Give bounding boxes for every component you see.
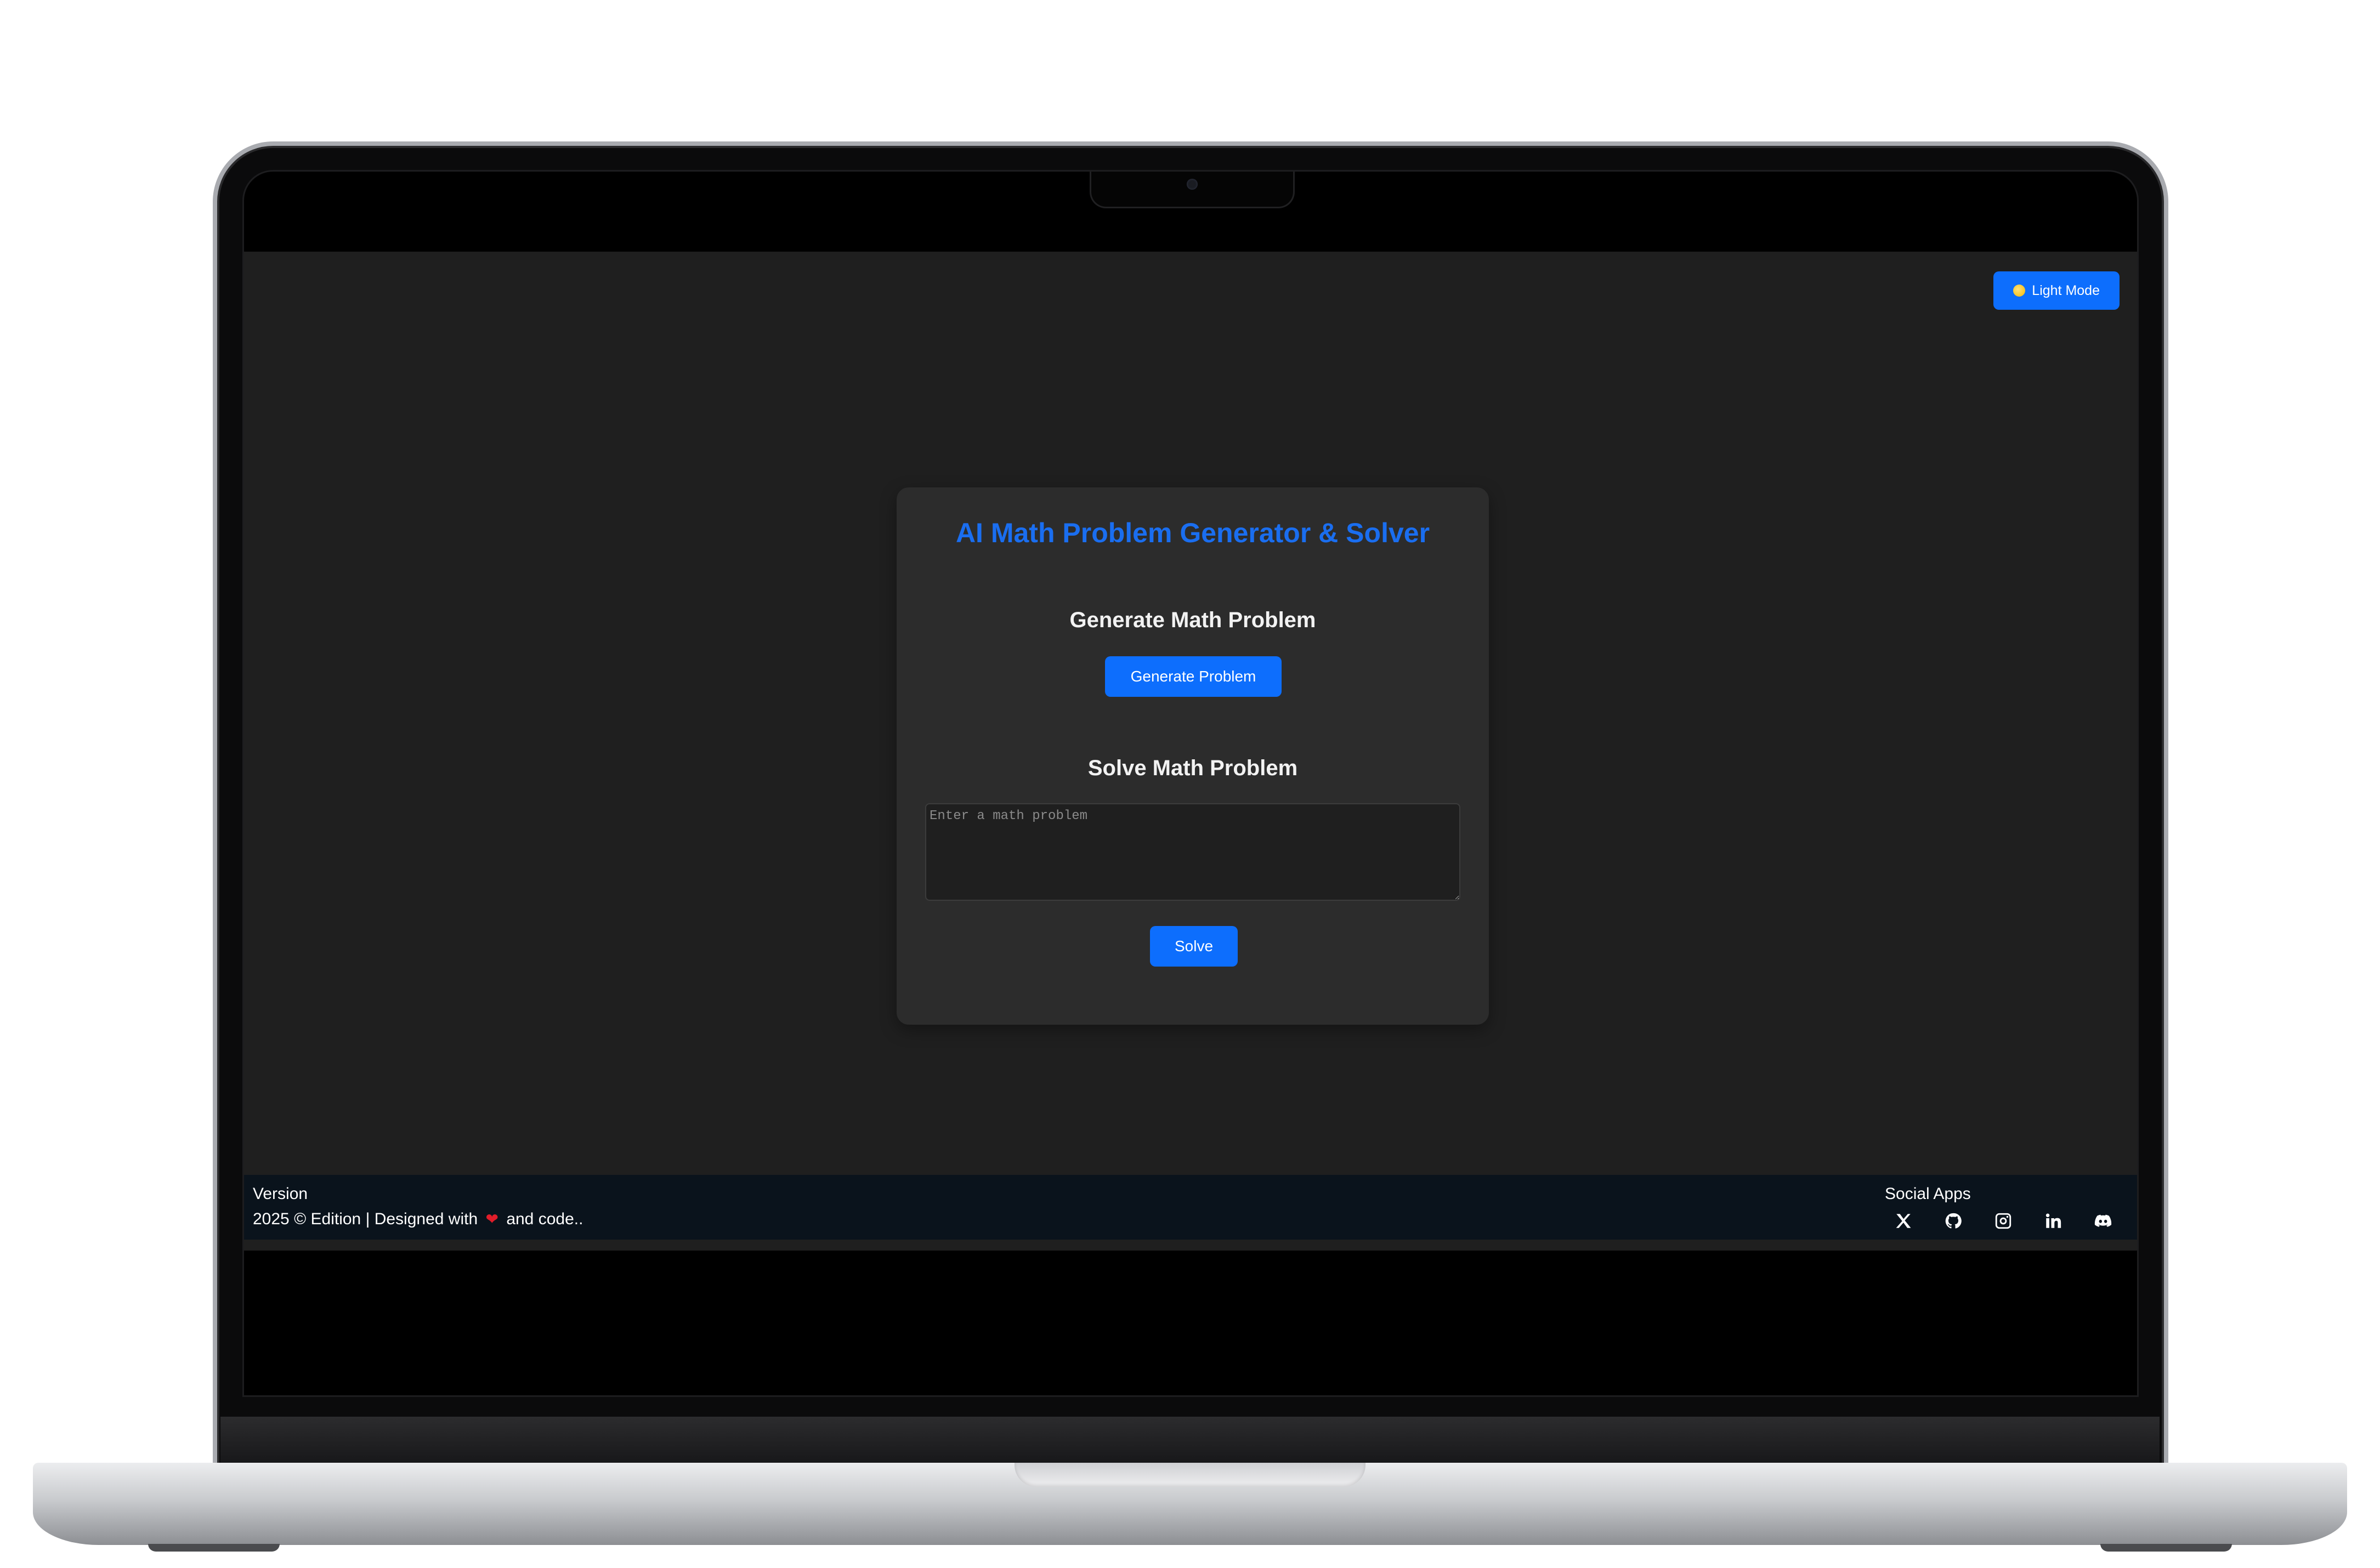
- edition-suffix: and code..: [506, 1210, 583, 1228]
- sun-icon: [2013, 285, 2026, 297]
- github-icon[interactable]: [1942, 1210, 1964, 1232]
- solve-button[interactable]: Solve: [1150, 926, 1238, 967]
- edition-prefix: 2025 © Edition | Designed with: [253, 1210, 478, 1228]
- laptop-foot-left: [148, 1544, 280, 1552]
- theme-toggle-label: Light Mode: [2032, 282, 2100, 298]
- social-title: Social Apps: [1885, 1185, 1971, 1203]
- laptop-mockup: Light Mode AI Math Problem Generator & S…: [0, 0, 2380, 1568]
- page-title: AI Math Problem Generator & Solver: [955, 518, 1430, 548]
- discord-icon[interactable]: [2092, 1210, 2114, 1232]
- instagram-icon[interactable]: [1992, 1210, 2014, 1232]
- laptop-screen: Light Mode AI Math Problem Generator & S…: [242, 170, 2139, 1397]
- laptop-base: [33, 1463, 2347, 1545]
- footer-info: Version 2025 © Edition | Designed with ❤…: [253, 1181, 583, 1232]
- laptop-foot-right: [2100, 1544, 2232, 1552]
- linkedin-icon[interactable]: [2042, 1210, 2064, 1232]
- generate-problem-button[interactable]: Generate Problem: [1105, 656, 1282, 697]
- social-section: Social Apps: [1883, 1181, 2118, 1232]
- solve-heading: Solve Math Problem: [1087, 756, 1298, 780]
- theme-toggle-button[interactable]: Light Mode: [1993, 271, 2120, 310]
- x-icon[interactable]: [1892, 1210, 1914, 1232]
- math-problem-input[interactable]: [925, 803, 1460, 901]
- footer: Version 2025 © Edition | Designed with ❤…: [244, 1175, 2137, 1240]
- generate-heading: Generate Math Problem: [1069, 608, 1316, 632]
- camera-icon: [1187, 179, 1198, 190]
- heart-icon: ❤: [485, 1211, 498, 1228]
- camera-notch: [1090, 172, 1295, 208]
- social-icons: [1883, 1210, 2118, 1232]
- edition-line: 2025 © Edition | Designed with ❤ and cod…: [253, 1207, 583, 1232]
- version-label: Version: [253, 1185, 308, 1203]
- app-viewport: Light Mode AI Math Problem Generator & S…: [244, 252, 2137, 1251]
- math-card: AI Math Problem Generator & Solver Gener…: [897, 487, 1489, 1025]
- laptop-thumb-notch: [1015, 1463, 1365, 1487]
